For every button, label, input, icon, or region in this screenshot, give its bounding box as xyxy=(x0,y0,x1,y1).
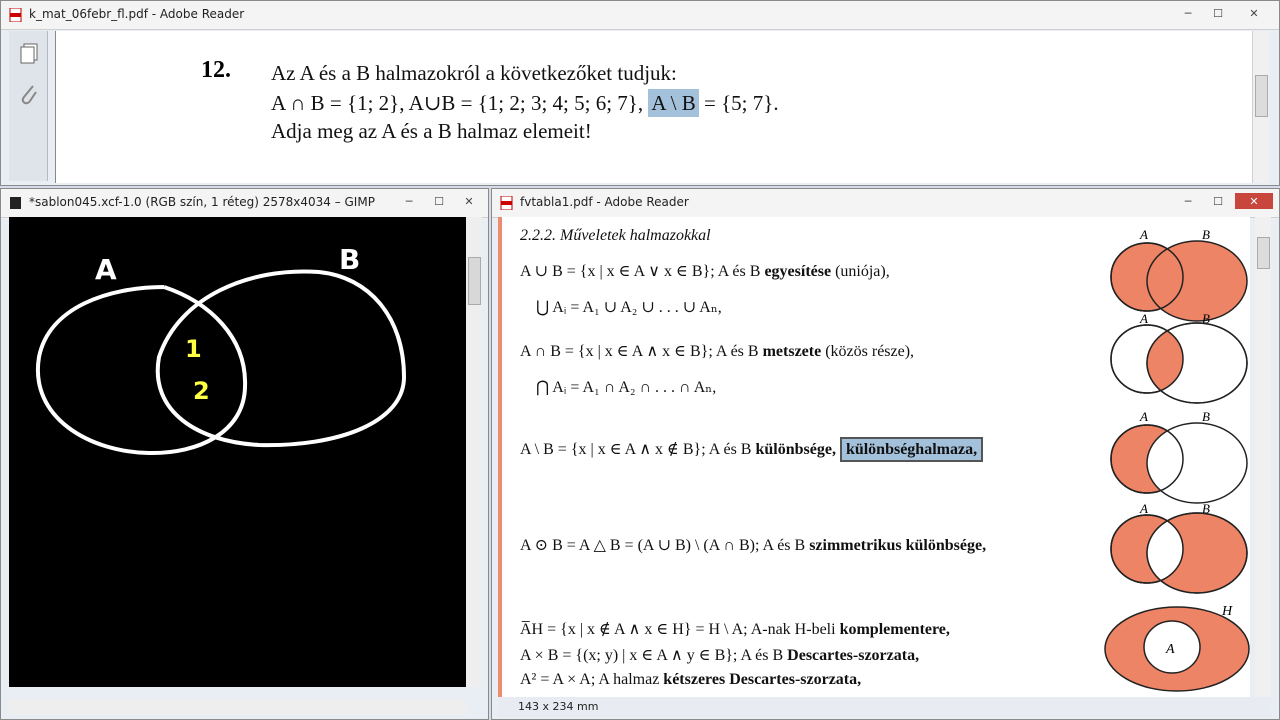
venn-symmetric: A B xyxy=(1110,501,1248,594)
pdf-icon xyxy=(500,196,513,210)
sq-def: A² = A × A; A halmaz xyxy=(520,671,664,688)
svg-text:B: B xyxy=(1202,311,1210,326)
difference-line: A \ B = {x | x ∈ A ∧ x ∉ B}; A és B külö… xyxy=(520,437,984,462)
inter-tail: (közös része), xyxy=(821,343,915,360)
cartesian-line: A × B = {(x; y) | x ∈ A ∧ y ∈ B}; A és B… xyxy=(520,645,919,665)
element-1: 1 xyxy=(185,335,202,363)
status-bar: 143 x 234 mm xyxy=(498,697,1271,717)
page-size: 143 x 234 mm xyxy=(518,700,599,713)
label-b: B xyxy=(339,243,360,276)
venn-diagrams: A B A B A B A B A H xyxy=(1104,229,1250,692)
problem-line-1: Az A és a B halmazokról a következőket t… xyxy=(271,61,677,85)
sq-term: kétszeres Descartes-szorzata, xyxy=(663,671,862,688)
svg-text:A: A xyxy=(1139,311,1148,326)
sym-def: A ⊙ B = A △ B = (A ∪ B) \ (A ∩ B); A és … xyxy=(520,537,810,554)
svg-text:B: B xyxy=(1202,501,1210,516)
drawing-canvas[interactable]: A B 1 2 xyxy=(9,217,466,687)
minimize-button[interactable]: ─ xyxy=(1175,193,1201,209)
svg-text:B: B xyxy=(1202,229,1210,242)
cart-term: Descartes-szorzata, xyxy=(787,647,920,664)
svg-text:H: H xyxy=(1221,604,1233,619)
complement-line: A̅H = {x | x ∉ A ∧ x ∈ H} = H \ A; A-nak… xyxy=(520,619,950,639)
window-title: *sablon045.xcf-1.0 (RGB szín, 1 réteg) 2… xyxy=(29,195,375,209)
big-union: ⋃ Aᵢ = A₁ ∪ A₂ ∪ . . . ∪ Aₙ, xyxy=(536,299,722,316)
paperclip-icon[interactable] xyxy=(19,83,39,107)
vertical-scrollbar[interactable] xyxy=(1255,217,1271,697)
union-tail: (uniója), xyxy=(831,263,890,280)
diff-def: A \ B = {x | x ∈ A ∧ x ∉ B}; A és B xyxy=(520,441,756,458)
minimize-button[interactable]: ─ xyxy=(396,193,422,209)
selected-text[interactable]: A \ B xyxy=(648,89,699,117)
vertical-scrollbar[interactable] xyxy=(466,217,482,687)
window-title: k_mat_06febr_fl.pdf - Adobe Reader xyxy=(29,7,245,21)
svg-text:A: A xyxy=(1165,642,1175,657)
element-2: 2 xyxy=(193,377,210,405)
svg-text:A: A xyxy=(1139,229,1148,242)
gimp-window: *sablon045.xcf-1.0 (RGB szín, 1 réteg) 2… xyxy=(0,188,489,720)
label-a: A xyxy=(95,253,117,286)
union-def: A ∪ B = {x | x ∈ A ∨ x ∈ B}; A és B xyxy=(520,263,765,280)
svg-text:B: B xyxy=(1202,409,1210,424)
sym-term: szimmetrikus különbsége, xyxy=(809,537,987,554)
diff-term: különbsége, xyxy=(755,441,836,458)
title-bar[interactable]: *sablon045.xcf-1.0 (RGB szín, 1 réteg) 2… xyxy=(1,189,488,218)
section-heading: 2.2.2. Műveletek halmazokkal xyxy=(520,227,711,244)
venn-complement: A H xyxy=(1104,604,1250,692)
maximize-button[interactable]: ☐ xyxy=(1205,193,1231,209)
set-a-circle xyxy=(35,285,248,456)
selected-text[interactable]: különbséghalmaza, xyxy=(839,437,984,462)
symmetric-diff-line: A ⊙ B = A △ B = (A ∪ B) \ (A ∩ B); A és … xyxy=(520,535,986,555)
square-line: A² = A × A; A halmaz kétszeres Descartes… xyxy=(520,671,861,689)
venn-sketch: A B 1 2 xyxy=(35,243,407,456)
big-intersection: ⋂ Aᵢ = A₁ ∩ A₂ ∩ . . . ∩ Aₙ, xyxy=(536,379,717,396)
problem-number: 12. xyxy=(201,57,231,83)
close-button[interactable]: ✕ xyxy=(456,193,482,209)
reader-sidebar xyxy=(9,31,48,181)
problem-line-3: Adja meg az A és a B halmaz elemeit! xyxy=(271,119,592,143)
window-title: fvtabla1.pdf - Adobe Reader xyxy=(520,195,689,209)
close-button[interactable]: ✕ xyxy=(1235,193,1273,209)
maximize-button[interactable]: ☐ xyxy=(1205,5,1231,21)
pages-icon[interactable] xyxy=(19,43,39,65)
venn-difference: A B xyxy=(1110,409,1248,504)
pdf-icon xyxy=(9,8,22,22)
problem-line-2-end: = {5; 7}. xyxy=(698,91,779,115)
comp-term: komplementere, xyxy=(839,621,950,638)
vertical-scrollbar[interactable] xyxy=(1252,31,1269,183)
inter-def: A ∩ B = {x | x ∈ A ∧ x ∈ B}; A és B xyxy=(520,343,763,360)
title-bar[interactable]: k_mat_06febr_fl.pdf - Adobe Reader ─ ☐ ✕ xyxy=(1,1,1279,30)
inter-term: metszete xyxy=(762,343,822,360)
pdf-window-exam: k_mat_06febr_fl.pdf - Adobe Reader ─ ☐ ✕… xyxy=(0,0,1280,186)
problem-line-2-text: A ∩ B = {1; 2}, A∪B = {1; 2; 3; 4; 5; 6;… xyxy=(271,91,644,115)
maximize-button[interactable]: ☐ xyxy=(426,193,452,209)
union-line: A ∪ B = {x | x ∈ A ∨ x ∈ B}; A és B egye… xyxy=(520,261,890,281)
venn-intersection: A B xyxy=(1110,311,1248,404)
title-bar[interactable]: fvtabla1.pdf - Adobe Reader ─ ☐ ✕ xyxy=(492,189,1279,218)
pdf-page: 12. Az A és a B halmazokról a következők… xyxy=(55,31,1254,183)
cart-def: A × B = {(x; y) | x ∈ A ∧ y ∈ B}; A és B xyxy=(520,647,788,664)
svg-text:A: A xyxy=(1139,409,1148,424)
comp-def: A̅H = {x | x ∉ A ∧ x ∈ H} = H \ A; A-nak… xyxy=(520,621,840,638)
horizontal-scrollbar[interactable] xyxy=(9,699,466,715)
intersection-line: A ∩ B = {x | x ∈ A ∧ x ∈ B}; A és B mets… xyxy=(520,341,914,361)
problem-line-2: A ∩ B = {1; 2}, A∪B = {1; 2; 3; 4; 5; 6;… xyxy=(271,89,779,117)
minimize-button[interactable]: ─ xyxy=(1175,5,1201,21)
svg-text:A: A xyxy=(1139,501,1148,516)
pdf-page: 2.2.2. Műveletek halmazokkal A ∪ B = {x … xyxy=(498,217,1250,697)
venn-union: A B xyxy=(1110,229,1248,322)
union-term: egyesítése xyxy=(764,263,832,280)
close-button[interactable]: ✕ xyxy=(1235,5,1273,21)
pdf-window-formulas: fvtabla1.pdf - Adobe Reader ─ ☐ ✕ 2.2.2.… xyxy=(491,188,1280,720)
gimp-icon xyxy=(10,197,21,209)
